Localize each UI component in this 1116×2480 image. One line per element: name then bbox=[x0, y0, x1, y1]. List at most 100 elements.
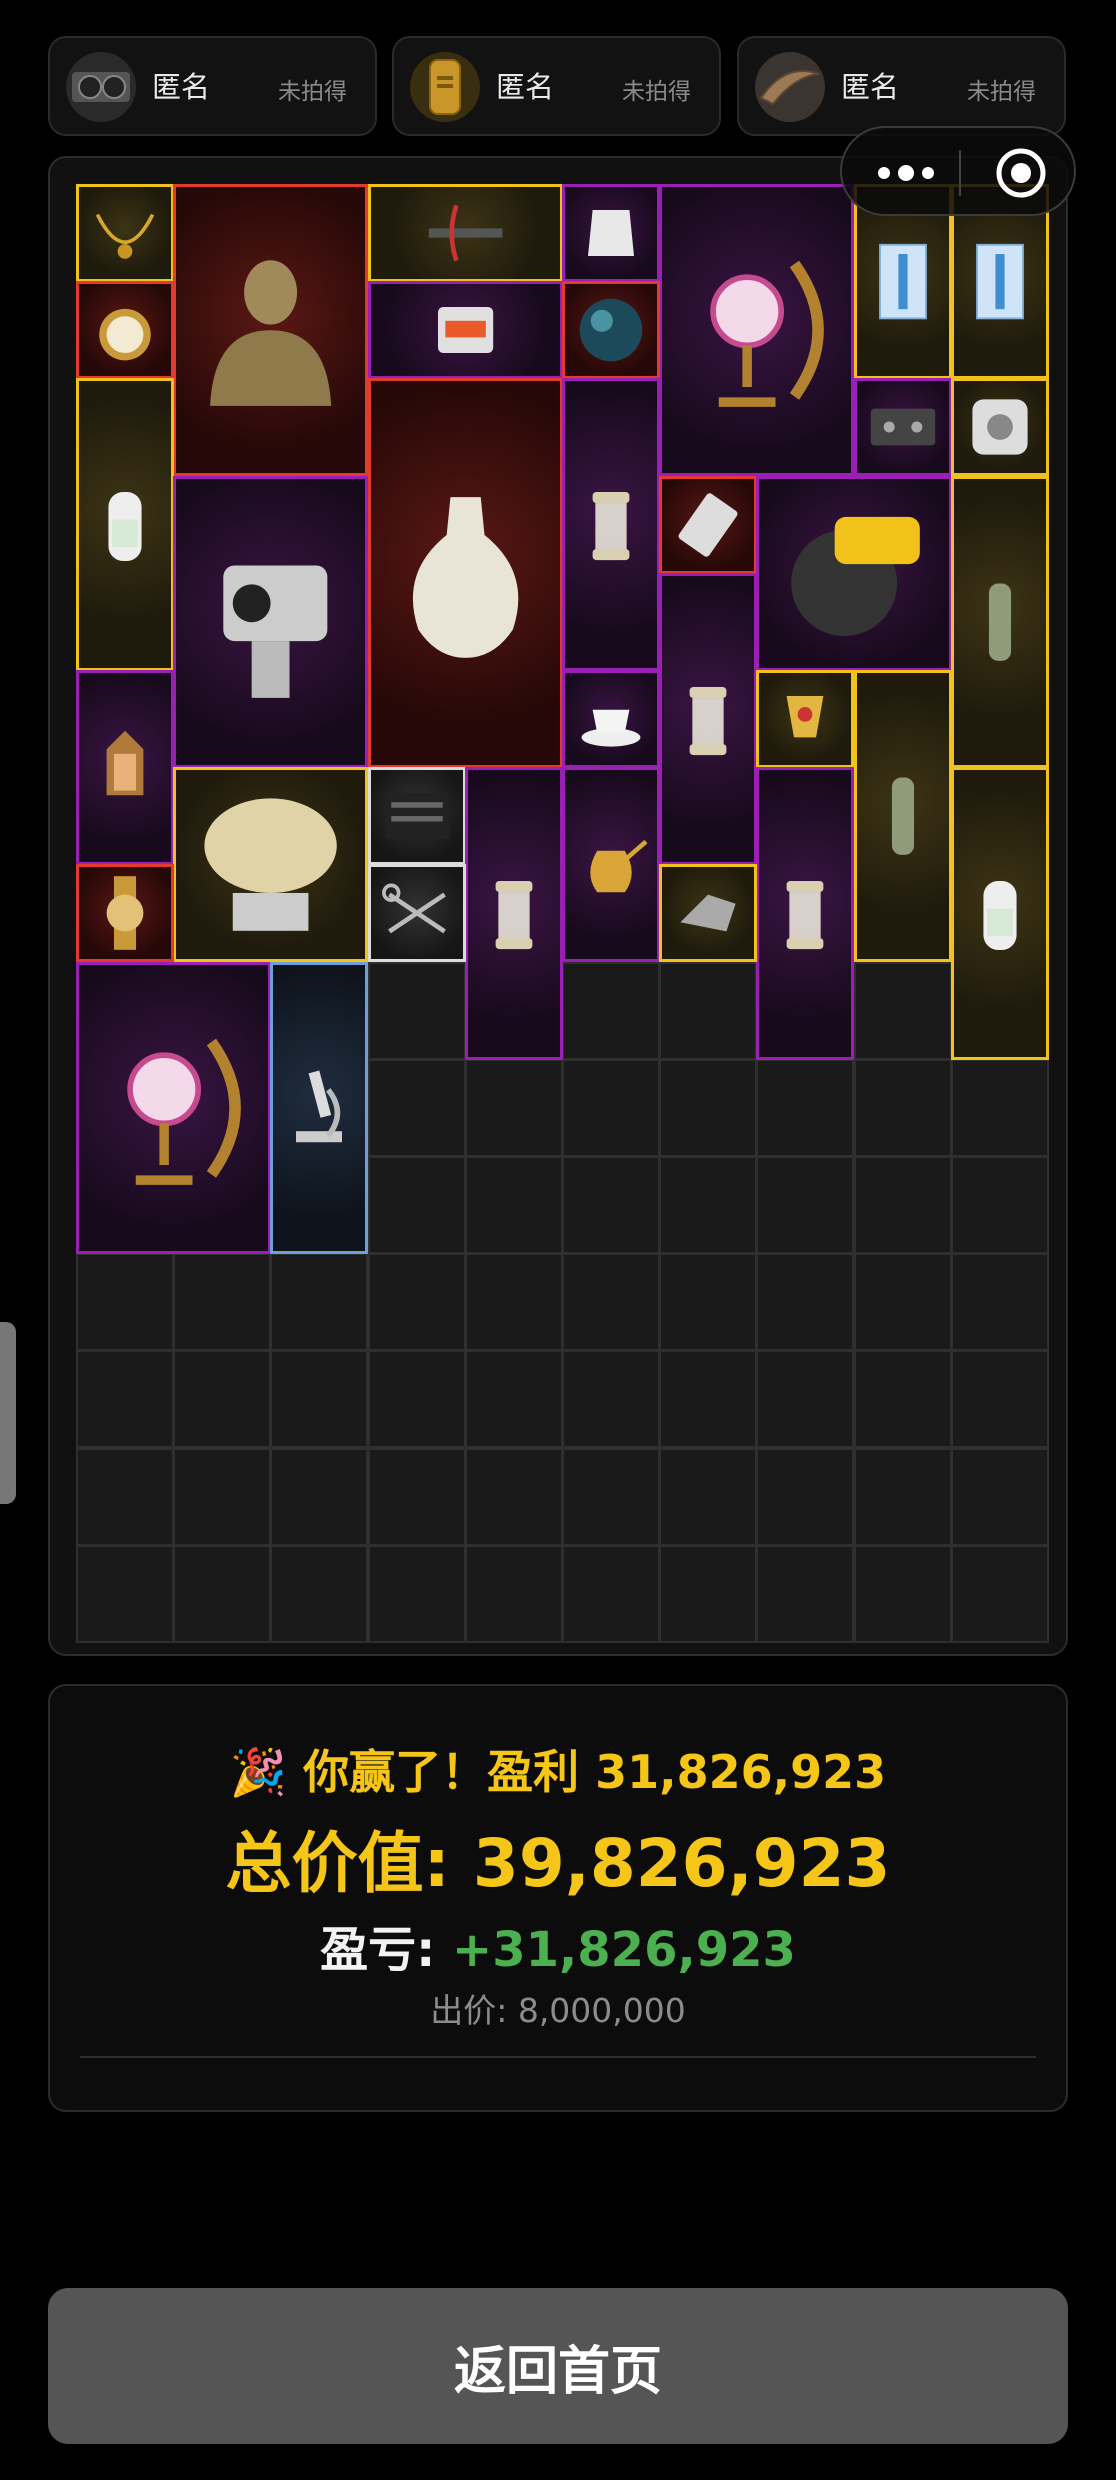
inventory-slot[interactable] bbox=[659, 961, 758, 1060]
inventory-slot[interactable] bbox=[367, 1447, 466, 1546]
inventory-slot[interactable] bbox=[367, 378, 466, 477]
inventory-slot[interactable] bbox=[76, 961, 174, 1060]
inventory-slot[interactable] bbox=[173, 378, 272, 477]
return-home-button[interactable]: 返回首页 bbox=[48, 2288, 1068, 2444]
inventory-slot[interactable] bbox=[853, 1350, 952, 1449]
inventory-slot[interactable] bbox=[464, 1058, 563, 1157]
inventory-slot[interactable] bbox=[562, 281, 660, 380]
player-card-2[interactable]: 匿名 未拍得 bbox=[392, 36, 721, 136]
inventory-slot[interactable] bbox=[76, 184, 174, 282]
inventory-slot[interactable] bbox=[659, 1058, 758, 1157]
player-card-1[interactable]: 匿名 未拍得 bbox=[48, 36, 377, 136]
inventory-slot[interactable] bbox=[562, 572, 660, 671]
inventory-slot[interactable] bbox=[659, 1156, 758, 1254]
inventory-slot[interactable] bbox=[173, 1544, 272, 1643]
inventory-slot[interactable] bbox=[853, 1544, 952, 1643]
inventory-slot[interactable] bbox=[853, 670, 952, 768]
inventory-slot[interactable] bbox=[173, 1058, 272, 1157]
inventory-slot[interactable] bbox=[562, 864, 660, 963]
inventory-slot[interactable] bbox=[950, 1350, 1049, 1449]
inventory-slot[interactable] bbox=[562, 1544, 660, 1643]
inventory-slot[interactable] bbox=[270, 475, 369, 574]
inventory-slot[interactable] bbox=[464, 378, 563, 477]
inventory-slot[interactable] bbox=[76, 1447, 174, 1546]
inventory-slot[interactable] bbox=[853, 767, 952, 866]
inventory-slot[interactable] bbox=[270, 864, 369, 963]
inventory-slot[interactable] bbox=[659, 281, 758, 380]
inventory-slot[interactable] bbox=[756, 184, 855, 282]
inventory-slot[interactable] bbox=[270, 1058, 369, 1157]
inventory-slot[interactable] bbox=[367, 1544, 466, 1643]
inventory-slot[interactable] bbox=[173, 281, 272, 380]
inventory-slot[interactable] bbox=[853, 1253, 952, 1352]
inventory-slot[interactable] bbox=[464, 1447, 563, 1546]
inventory-slot[interactable] bbox=[562, 1350, 660, 1449]
inventory-slot[interactable] bbox=[562, 767, 660, 866]
inventory-slot[interactable] bbox=[367, 767, 466, 866]
inventory-slot[interactable] bbox=[76, 1058, 174, 1157]
inventory-slot[interactable] bbox=[950, 767, 1049, 866]
inventory-slot[interactable] bbox=[367, 1058, 466, 1157]
inventory-slot[interactable] bbox=[950, 670, 1049, 768]
inventory-slot[interactable] bbox=[853, 572, 952, 671]
inventory-slot[interactable] bbox=[659, 184, 758, 282]
inventory-slot[interactable] bbox=[756, 1058, 855, 1157]
inventory-slot[interactable] bbox=[464, 281, 563, 380]
inventory-slot[interactable] bbox=[659, 1253, 758, 1352]
inventory-slot[interactable] bbox=[562, 1058, 660, 1157]
inventory-slot[interactable] bbox=[950, 572, 1049, 671]
inventory-slot[interactable] bbox=[464, 1350, 563, 1449]
inventory-slot[interactable] bbox=[270, 1156, 369, 1254]
inventory-slot[interactable] bbox=[173, 475, 272, 574]
inventory-slot[interactable] bbox=[756, 1156, 855, 1254]
inventory-slot[interactable] bbox=[76, 1156, 174, 1254]
inventory-slot[interactable] bbox=[76, 1253, 174, 1352]
inventory-slot[interactable] bbox=[173, 961, 272, 1060]
inventory-slot[interactable] bbox=[756, 864, 855, 963]
inventory-slot[interactable] bbox=[853, 475, 952, 574]
inventory-slot[interactable] bbox=[464, 572, 563, 671]
inventory-slot[interactable] bbox=[950, 281, 1049, 380]
inventory-slot[interactable] bbox=[76, 670, 174, 768]
inventory-slot[interactable] bbox=[464, 670, 563, 768]
inventory-slot[interactable] bbox=[367, 184, 466, 282]
inventory-slot[interactable] bbox=[562, 1447, 660, 1546]
inventory-slot[interactable] bbox=[270, 961, 369, 1060]
inventory-slot[interactable] bbox=[950, 1544, 1049, 1643]
inventory-slot[interactable] bbox=[367, 572, 466, 671]
inventory-slot[interactable] bbox=[853, 281, 952, 380]
inventory-slot[interactable] bbox=[270, 378, 369, 477]
inventory-slot[interactable] bbox=[853, 864, 952, 963]
inventory-slot[interactable] bbox=[659, 1544, 758, 1643]
inventory-slot[interactable] bbox=[659, 767, 758, 866]
inventory-slot[interactable] bbox=[367, 1156, 466, 1254]
inventory-slot[interactable] bbox=[76, 864, 174, 963]
inventory-slot[interactable] bbox=[756, 1253, 855, 1352]
inventory-slot[interactable] bbox=[173, 572, 272, 671]
inventory-slot[interactable] bbox=[853, 961, 952, 1060]
inventory-slot[interactable] bbox=[950, 1253, 1049, 1352]
inventory-slot[interactable] bbox=[270, 281, 369, 380]
inventory-slot[interactable] bbox=[756, 961, 855, 1060]
inventory-slot[interactable] bbox=[173, 767, 272, 866]
inventory-slot[interactable] bbox=[756, 1544, 855, 1643]
inventory-slot[interactable] bbox=[367, 864, 466, 963]
inventory-slot[interactable] bbox=[76, 1350, 174, 1449]
inventory-slot[interactable] bbox=[950, 864, 1049, 963]
inventory-slot[interactable] bbox=[270, 1544, 369, 1643]
inventory-slot[interactable] bbox=[270, 572, 369, 671]
inventory-slot[interactable] bbox=[756, 670, 855, 768]
inventory-slot[interactable] bbox=[76, 1544, 174, 1643]
inventory-slot[interactable] bbox=[853, 1058, 952, 1157]
inventory-slot[interactable] bbox=[76, 767, 174, 866]
inventory-slot[interactable] bbox=[367, 475, 466, 574]
inventory-slot[interactable] bbox=[562, 961, 660, 1060]
inventory-slot[interactable] bbox=[756, 767, 855, 866]
inventory-slot[interactable] bbox=[367, 1350, 466, 1449]
inventory-slot[interactable] bbox=[464, 1156, 563, 1254]
inventory-slot[interactable] bbox=[756, 475, 855, 574]
inventory-slot[interactable] bbox=[464, 961, 563, 1060]
inventory-slot[interactable] bbox=[173, 864, 272, 963]
inventory-slot[interactable] bbox=[659, 572, 758, 671]
inventory-slot[interactable] bbox=[659, 1447, 758, 1546]
